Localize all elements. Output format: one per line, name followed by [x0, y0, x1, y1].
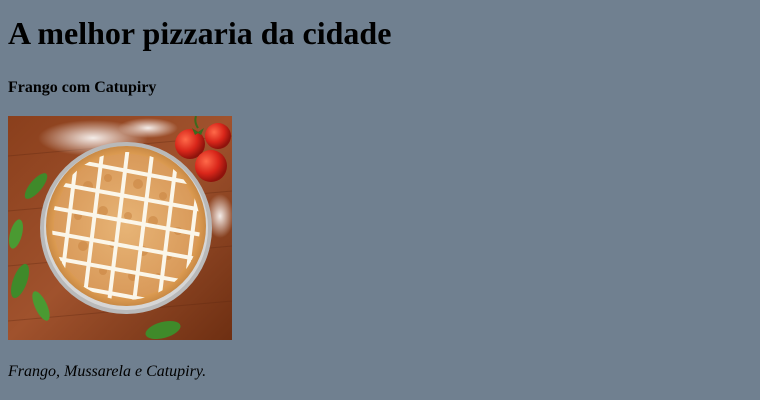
- pizza-name: Frango com Catupiry: [8, 79, 157, 96]
- page: A melhor pizzaria da cidade Frango com C…: [0, 0, 760, 400]
- pizza-image: [8, 116, 232, 340]
- pizza-description: Frango, Mussarela e Catupiry.: [8, 363, 207, 380]
- page-title: A melhor pizzaria da cidade: [8, 15, 392, 51]
